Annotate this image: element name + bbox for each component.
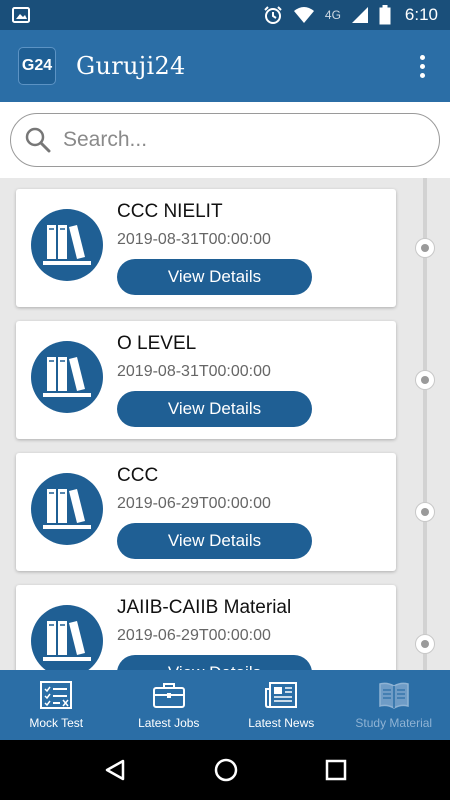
book-icon (379, 682, 409, 709)
book-thumbnail (31, 209, 103, 281)
alarm-icon (264, 6, 282, 24)
more-vert-dot (419, 63, 425, 69)
item-title: O LEVEL (117, 333, 197, 354)
view-details-button[interactable]: View Details (117, 523, 312, 559)
item-date: 2019-08-31T00:00:00 (117, 231, 271, 248)
search-container (0, 102, 450, 178)
recents-icon[interactable] (325, 759, 347, 781)
search-input[interactable] (63, 128, 403, 152)
more-vert-dot (419, 72, 425, 78)
wifi-icon (293, 7, 314, 23)
books-icon (43, 357, 91, 397)
nav-mock-test[interactable]: Mock Test (0, 670, 113, 740)
nav-latest-jobs[interactable]: Latest Jobs (113, 670, 226, 740)
overflow-menu-button[interactable] (410, 46, 434, 86)
book-thumbnail (31, 341, 103, 413)
back-icon[interactable] (103, 758, 127, 782)
signal-icon (351, 7, 368, 23)
item-date: 2019-06-29T00:00:00 (117, 495, 271, 512)
timeline-dot (415, 370, 435, 390)
books-icon (43, 489, 91, 529)
system-navigation-bar (0, 740, 450, 800)
timeline-dot (415, 634, 435, 654)
more-vert-icon (419, 54, 425, 60)
item-title: CCC NIELIT (117, 201, 223, 222)
book-thumbnail (31, 473, 103, 545)
status-bar: 4G 6:10 (0, 0, 450, 30)
list-item[interactable]: CCC NIELIT 2019-08-31T00:00:00 View Deta… (16, 189, 396, 307)
books-icon (43, 621, 91, 661)
item-date: 2019-06-29T00:00:00 (117, 627, 271, 644)
nav-label: Latest News (248, 716, 315, 730)
bottom-navigation: Mock Test Latest Jobs Latest News Study … (0, 670, 450, 740)
list-item[interactable]: CCC 2019-06-29T00:00:00 View Details (16, 453, 396, 571)
item-title: CCC (117, 465, 159, 486)
home-icon[interactable] (213, 757, 239, 783)
book-thumbnail (31, 605, 103, 670)
battery-icon (379, 5, 391, 25)
search-icon (25, 127, 51, 153)
nav-study-material[interactable]: Study Material (338, 670, 450, 740)
timeline-dot (415, 238, 435, 258)
books-icon (43, 225, 91, 265)
search-box[interactable] (10, 113, 440, 167)
study-material-list[interactable]: CCC NIELIT 2019-08-31T00:00:00 View Deta… (0, 178, 450, 670)
list-item[interactable]: O LEVEL 2019-08-31T00:00:00 View Details (16, 321, 396, 439)
checklist-icon (40, 681, 73, 709)
clock: 6:10 (404, 5, 438, 24)
newspaper-icon (265, 682, 298, 708)
nav-latest-news[interactable]: Latest News (225, 670, 338, 740)
briefcase-icon (152, 683, 185, 708)
image-notification-icon (12, 7, 30, 23)
view-details-button[interactable]: View Details (117, 259, 312, 295)
view-details-button[interactable]: View Details (117, 391, 312, 427)
list-item[interactable]: JAIIB-CAIIB Material 2019-06-29T00:00:00… (16, 585, 396, 670)
network-type: 4G (324, 8, 341, 22)
item-title: JAIIB-CAIIB Material (117, 597, 292, 618)
nav-label: Latest Jobs (138, 716, 200, 730)
app-title: Guruji24 (76, 52, 186, 80)
app-logo: G24 (18, 47, 56, 85)
timeline-dot (415, 502, 435, 522)
nav-label: Mock Test (29, 716, 84, 730)
view-details-button[interactable]: View Details (117, 655, 312, 670)
item-date: 2019-08-31T00:00:00 (117, 363, 271, 380)
nav-label: Study Material (355, 716, 433, 730)
app-bar: G24 Guruji24 (0, 30, 450, 102)
